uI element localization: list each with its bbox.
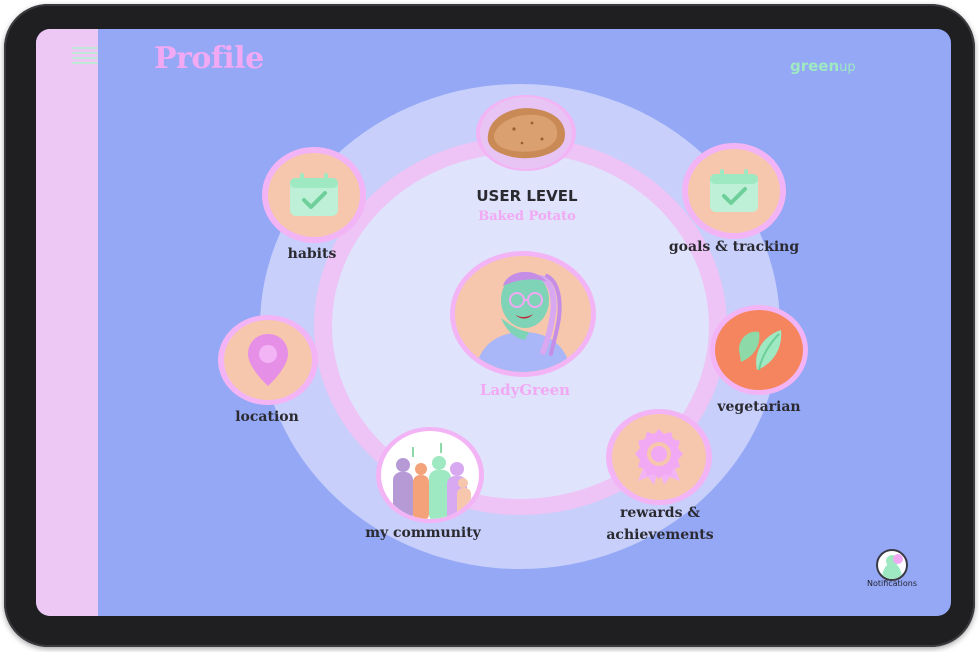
app-screen: Profile greenup USER LEVEL Baked Potato <box>36 29 951 616</box>
hamburger-menu-icon[interactable] <box>72 44 98 68</box>
habits-button[interactable] <box>262 147 366 243</box>
vegetarian-label: vegetarian <box>717 399 801 415</box>
brand-sub: up <box>839 60 856 75</box>
calendar-check-icon <box>290 173 338 216</box>
community-label: my community <box>365 525 481 541</box>
goals-tracking-button[interactable] <box>682 143 786 239</box>
rewards-button[interactable] <box>606 409 712 505</box>
location-pin-icon <box>248 334 288 386</box>
vegetarian-button[interactable] <box>710 305 808 395</box>
goals-tracking-label: goals & tracking <box>668 239 800 255</box>
habits-label: habits <box>287 246 337 262</box>
sidebar <box>36 29 98 616</box>
notification-bell-icon <box>882 554 903 579</box>
calendar-check-icon <box>710 169 758 212</box>
user-level-title: USER LEVEL <box>476 187 578 205</box>
notifications-label: Notifications <box>866 579 918 588</box>
award-ribbon-icon <box>635 429 683 485</box>
rewards-label-line2: achievements <box>606 527 714 543</box>
avatar-portrait-icon <box>455 256 591 372</box>
avatar[interactable] <box>450 251 596 377</box>
community-people-icon <box>393 443 471 519</box>
page-title: Profile <box>154 41 264 76</box>
potato-icon <box>480 97 572 169</box>
user-level-button[interactable] <box>476 95 576 171</box>
brand-main: green <box>790 57 840 75</box>
notifications-button[interactable] <box>876 549 908 581</box>
user-level-value: Baked Potato <box>478 209 576 224</box>
leaf-icon <box>739 330 782 371</box>
tablet-frame: Profile greenup USER LEVEL Baked Potato <box>4 4 975 647</box>
location-button[interactable] <box>218 315 318 405</box>
rewards-label-line1: rewards & <box>620 505 700 521</box>
brand-logo: greenup <box>790 57 856 75</box>
location-label: location <box>235 409 299 425</box>
username: LadyGreen <box>479 381 571 399</box>
community-button[interactable] <box>376 427 484 523</box>
